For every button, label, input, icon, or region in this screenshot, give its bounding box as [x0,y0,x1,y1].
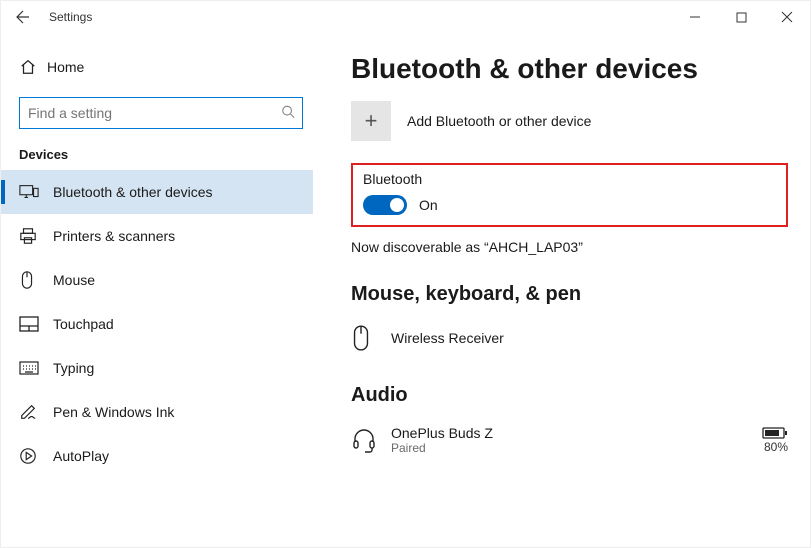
minimize-button[interactable] [672,1,718,33]
battery-indicator: 80% [762,426,788,454]
window-title: Settings [45,10,92,24]
autoplay-icon [19,447,53,465]
plus-icon: + [365,108,378,134]
sidebar-item-bluetooth[interactable]: Bluetooth & other devices [1,170,313,214]
printer-icon [19,227,53,245]
add-device-button[interactable]: + [351,101,391,141]
sidebar-item-label: AutoPlay [53,448,109,464]
add-device-row[interactable]: + Add Bluetooth or other device [351,101,788,141]
sidebar: Home Devices Bluetooth & other devices P… [1,33,313,547]
keyboard-icon [19,361,53,375]
sidebar-home-label: Home [47,59,84,75]
arrow-left-icon [15,9,31,25]
page-title: Bluetooth & other devices [351,53,788,85]
sidebar-item-printers[interactable]: Printers & scanners [1,214,313,258]
touchpad-icon [19,316,53,332]
sidebar-item-typing[interactable]: Typing [1,346,313,390]
bluetooth-state: On [419,197,438,213]
add-device-label: Add Bluetooth or other device [407,113,591,129]
toggle-knob [390,198,404,212]
device-name: Wireless Receiver [391,330,504,346]
sidebar-item-label: Printers & scanners [53,228,175,244]
device-status: Paired [391,441,493,455]
maximize-button[interactable] [718,1,764,33]
mouse-device-icon [351,324,391,352]
section-heading-mkp: Mouse, keyboard, & pen [351,283,788,306]
search-icon [281,105,295,122]
section-heading-audio: Audio [351,384,788,407]
discoverable-text: Now discoverable as “AHCH_LAP03” [351,239,788,255]
devices-icon [19,184,53,200]
sidebar-item-label: Touchpad [53,316,114,332]
close-icon [781,11,793,23]
mouse-icon [19,270,53,290]
search-input[interactable] [19,97,303,129]
battery-percent: 80% [762,440,788,454]
pen-icon [19,403,53,421]
device-name: OnePlus Buds Z [391,425,493,441]
back-button[interactable] [1,1,45,33]
sidebar-item-label: Pen & Windows Ink [53,404,174,420]
bluetooth-toggle[interactable] [363,195,407,215]
device-row-receiver[interactable]: Wireless Receiver [351,320,788,356]
close-button[interactable] [764,1,810,33]
maximize-icon [736,12,747,23]
battery-icon [762,426,788,440]
sidebar-item-mouse[interactable]: Mouse [1,258,313,302]
sidebar-item-pen[interactable]: Pen & Windows Ink [1,390,313,434]
main-panel: Bluetooth & other devices + Add Bluetoot… [313,33,810,547]
headset-icon [351,427,391,453]
bluetooth-label: Bluetooth [363,171,776,187]
sidebar-category-label: Devices [1,141,313,170]
sidebar-item-autoplay[interactable]: AutoPlay [1,434,313,478]
sidebar-home[interactable]: Home [1,45,313,89]
sidebar-item-label: Mouse [53,272,95,288]
sidebar-item-label: Bluetooth & other devices [53,184,213,200]
device-row-buds[interactable]: OnePlus Buds Z Paired 80% [351,421,788,459]
titlebar: Settings [1,1,810,33]
sidebar-item-touchpad[interactable]: Touchpad [1,302,313,346]
bluetooth-highlight: Bluetooth On [351,163,788,227]
minimize-icon [689,11,701,23]
home-icon [19,58,47,76]
sidebar-item-label: Typing [53,360,94,376]
